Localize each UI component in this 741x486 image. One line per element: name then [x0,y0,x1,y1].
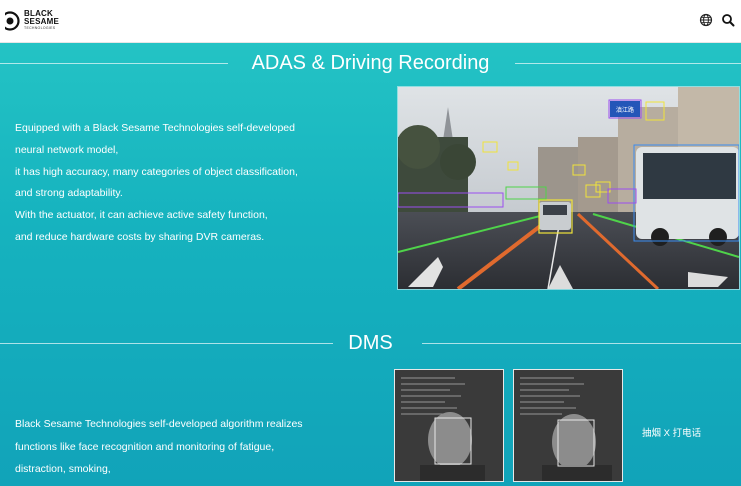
adas-line: Equipped with a Black Sesame Technologie… [15,122,295,134]
adas-description: Equipped with a Black Sesame Technologie… [15,118,365,249]
logo-line-3: TECHNOLOGIES [24,26,56,30]
logo-mark-icon [0,10,20,31]
logo-line-2: SESAME [24,17,59,26]
adas-line: neural network model, [15,143,119,156]
dms-line: Black Sesame Technologies self-developed… [15,418,303,430]
top-icons [699,13,735,27]
search-icon[interactable] [721,13,735,27]
title-divider-right [422,343,741,344]
dms-caption: 抽烟 X 打电话 [642,428,702,439]
dms-line: distraction, smoking, [15,463,111,475]
adas-line: and strong adaptability. [15,187,123,200]
adas-line: it has high accuracy, many categories of… [15,165,298,178]
dms-description: Black Sesame Technologies self-developed… [15,413,365,481]
adas-line: With the actuator, it can achieve active… [15,209,268,222]
dms-line: functions like face recognition and moni… [15,440,275,453]
dms-demo-image-2 [513,369,623,482]
logo[interactable]: BLACK SESAME TECHNOLOGIES [0,10,59,31]
logo-text: BLACK SESAME TECHNOLOGIES [24,10,59,31]
adas-line: and reduce hardware costs by sharing DVR… [15,230,265,243]
adas-demo-image: 滇江路 [397,86,740,290]
globe-icon[interactable] [699,13,713,27]
street-sign-text: 滇江路 [616,106,634,114]
top-navbar: BLACK SESAME TECHNOLOGIES [0,0,741,43]
dms-demo-image-1 [394,369,504,482]
title-divider-right [515,63,741,64]
